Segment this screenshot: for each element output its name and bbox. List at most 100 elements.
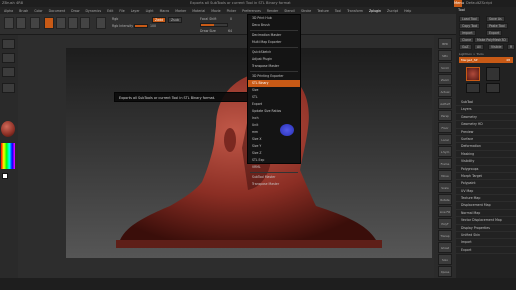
menu-item-help[interactable]: Help [404, 9, 411, 13]
menu-item-marker[interactable]: Marker [175, 9, 186, 13]
popup-item-size-x[interactable]: Size X [248, 136, 300, 143]
shelf-button-bpr[interactable]: BPR [438, 38, 452, 49]
subpalette-visibility[interactable]: Visibility [456, 158, 516, 166]
shelf-button-line-fill[interactable]: Line Fill [438, 206, 452, 217]
shelf-button-scale[interactable]: Scale [438, 182, 452, 193]
edit-button[interactable] [30, 17, 40, 29]
menu-item-file[interactable]: File [119, 9, 124, 13]
scale-button[interactable] [68, 17, 78, 29]
draw-button[interactable] [44, 17, 54, 29]
subpalette-subtool[interactable]: SubTool [456, 99, 516, 107]
shelf-button-zoom[interactable]: Zoom [438, 74, 452, 85]
all-button[interactable]: All [474, 44, 484, 50]
default-zscript-label[interactable]: DefaultZScript [466, 1, 492, 5]
zadd-button[interactable]: Zadd [152, 17, 167, 23]
import-button[interactable]: Import [459, 30, 476, 36]
popup-item-transpose-master[interactable]: Transpose Master [248, 63, 300, 70]
popup-item-update-size-ratios[interactable]: Update Size Ratios [248, 108, 300, 115]
popup-item-3d-printing-exporter[interactable]: 3D Printing Exporter [248, 73, 300, 80]
material-swatch-button[interactable] [96, 17, 106, 29]
shelf-button-scroll[interactable]: Scroll [438, 62, 452, 73]
subpalette-import[interactable]: Import [456, 239, 516, 247]
menu-item-stencil[interactable]: Stencil [284, 9, 295, 13]
popup-item-3d-print-hub[interactable]: 3D Print Hub [248, 15, 300, 22]
menu-toggle-button[interactable]: Menu [454, 0, 464, 7]
zsub-button[interactable]: Zsub [168, 17, 182, 23]
paste-tool-button[interactable]: Paste Tool [486, 23, 508, 29]
menu-item-draw[interactable]: Draw [71, 9, 79, 13]
tool-thumbnail-2[interactable] [486, 67, 500, 81]
tool-thumbnail-4[interactable] [486, 83, 500, 93]
popup-item-decimation-master[interactable]: Decimation Master [248, 32, 300, 39]
shelf-button-ghost[interactable]: Ghost [438, 242, 452, 253]
subpalette-vector-displacement-map[interactable]: Vector Displacement Map [456, 217, 516, 225]
menu-item-document[interactable]: Document [49, 9, 66, 13]
menu-item-transform[interactable]: Transform [347, 9, 363, 13]
subpalette-layers[interactable]: Layers [456, 106, 516, 114]
lightbox-tools-label[interactable]: Lightbox > Tools [459, 52, 484, 56]
tool-thumbnail-1[interactable] [466, 67, 480, 81]
subpalette-geometry[interactable]: Geometry [456, 114, 516, 122]
menu-item-preferences[interactable]: Preferences [242, 9, 261, 13]
goz-button[interactable]: GoZ [459, 44, 472, 50]
shelf-button-persp[interactable]: Persp [438, 110, 452, 121]
menu-item-render[interactable]: Render [267, 9, 278, 13]
subpalette-normal-map[interactable]: Normal Map [456, 210, 516, 218]
menu-item-texture[interactable]: Texture [317, 9, 329, 13]
menu-item-zscript[interactable]: Zscript [387, 9, 398, 13]
shelf-button-spix[interactable]: SPix [438, 50, 452, 61]
subpalette-display-properties[interactable]: Display Properties [456, 225, 516, 233]
menu-item-light[interactable]: Light [146, 9, 154, 13]
material-thumbnail-button[interactable] [1, 121, 15, 137]
popup-item-subtool-master[interactable]: SubTool Master [248, 174, 300, 181]
shelf-button-l-sym[interactable]: L.Sym [438, 146, 452, 157]
make-polymesh-button[interactable]: Make PolyMesh3D [474, 37, 509, 43]
popup-item-size[interactable]: Size [248, 87, 300, 94]
popup-item-inch[interactable]: Inch [248, 115, 300, 122]
subpalette-surface[interactable]: Surface [456, 136, 516, 144]
subpalette-texture-map[interactable]: Texture Map [456, 195, 516, 203]
shelf-button-polyf[interactable]: PolyF [438, 218, 452, 229]
texture-thumbnail-button[interactable] [2, 83, 15, 93]
move-button[interactable] [56, 17, 66, 29]
subpalette-preview[interactable]: Preview [456, 129, 516, 136]
subpalette-uv-map[interactable]: UV Map [456, 188, 516, 196]
projection-master-button[interactable] [4, 17, 14, 29]
tool-thumbnail-3[interactable] [466, 83, 480, 93]
menu-item-color[interactable]: Color [34, 9, 42, 13]
current-tool-slider[interactable]: Merged_SP 48 [459, 57, 513, 63]
menu-item-material[interactable]: Material [192, 9, 205, 13]
shelf-button-frame[interactable]: Frame [438, 158, 452, 169]
save-as-button[interactable]: Save As [486, 16, 505, 22]
menu-item-tool[interactable]: Tool [335, 9, 341, 13]
shelf-button-xpose[interactable]: Xpose [438, 266, 452, 277]
menu-item-stroke[interactable]: Stroke [301, 9, 311, 13]
color-picker[interactable] [1, 143, 15, 169]
shelf-button-solo[interactable]: Solo [438, 254, 452, 265]
popup-item-stl-exp[interactable]: STL Exp [248, 157, 300, 164]
focal-shift-slider[interactable] [200, 23, 228, 27]
visible-button[interactable]: Visible [488, 44, 505, 50]
popup-item-size-y[interactable]: Size Y [248, 143, 300, 150]
subpalette-geometry-hd[interactable]: Geometry HD [456, 121, 516, 129]
menu-item-movie[interactable]: Movie [211, 9, 220, 13]
menu-item-zplugin[interactable]: Zplugin [369, 9, 381, 13]
popup-item-quicksketch[interactable]: QuickSketch [248, 49, 300, 56]
clone-button[interactable]: Clone [459, 37, 475, 43]
export-button[interactable]: Export [486, 30, 503, 36]
copy-tool-button[interactable]: Copy Tool [459, 23, 481, 29]
shelf-button-floor[interactable]: Floor [438, 122, 452, 133]
load-tool-button[interactable]: Load Tool [459, 16, 480, 22]
popup-item-stl-binary[interactable]: STL Binary [248, 80, 300, 87]
popup-item-multi-map-exporter[interactable]: Multi Map Exporter [248, 39, 300, 46]
subpalette-deformation[interactable]: Deformation [456, 143, 516, 151]
shelf-button-rotate[interactable]: Rotate [438, 194, 452, 205]
popup-item-export[interactable]: Export [248, 101, 300, 108]
menu-item-brush[interactable]: Brush [19, 9, 28, 13]
alpha-thumbnail-button[interactable] [2, 67, 15, 77]
menu-item-picker[interactable]: Picker [227, 9, 237, 13]
menu-item-macro[interactable]: Macro [160, 9, 170, 13]
menu-item-layer[interactable]: Layer [131, 9, 140, 13]
menu-item-dynamics[interactable]: Dynamics [85, 9, 101, 13]
subpalette-export[interactable]: Export [456, 247, 516, 255]
